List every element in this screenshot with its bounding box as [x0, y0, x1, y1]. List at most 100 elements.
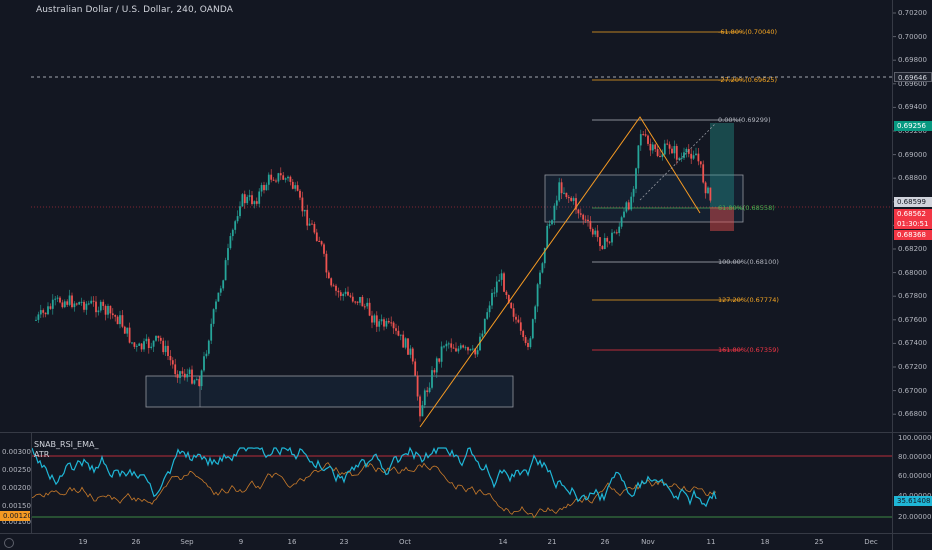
candle-body	[279, 173, 282, 176]
atr-indicator-label[interactable]: ATR	[34, 450, 49, 459]
candle-body	[656, 149, 659, 156]
target-zone	[710, 123, 734, 207]
candle-body	[608, 241, 611, 243]
atr-tick: 0.00200	[2, 484, 31, 492]
candle-body	[399, 334, 402, 336]
candle-body	[531, 319, 534, 339]
candle-body	[66, 301, 69, 305]
candle-body	[342, 293, 345, 297]
candle-body	[452, 347, 455, 349]
candle-body	[411, 348, 414, 362]
candle-body	[536, 284, 539, 307]
candle-body	[611, 232, 613, 243]
candle-body	[222, 280, 225, 289]
candle-body	[613, 232, 616, 234]
candle-body	[577, 209, 580, 214]
time-tick: 18	[760, 538, 770, 546]
candle-body	[467, 347, 469, 351]
candle-body	[51, 299, 54, 309]
candle-body	[56, 297, 59, 299]
candle-body	[695, 153, 697, 156]
candle-body	[500, 273, 503, 280]
candle-body	[558, 182, 561, 201]
candle-body	[135, 345, 138, 347]
candle-body	[332, 285, 335, 287]
candle-body	[594, 230, 597, 235]
time-tick: Oct	[398, 538, 412, 546]
candle-body	[195, 379, 198, 381]
chart-title: Australian Dollar / U.S. Dollar, 240, OA…	[36, 5, 233, 15]
chart-canvas[interactable]	[0, 0, 932, 550]
candle-body	[395, 328, 397, 331]
candle-body	[191, 369, 193, 384]
candle-body	[198, 379, 201, 387]
candle-body	[121, 315, 124, 327]
candle-body	[455, 348, 457, 352]
time-tick: 11	[706, 538, 716, 546]
candle-body	[596, 230, 599, 238]
candle-body	[620, 217, 623, 227]
candle-body	[54, 298, 57, 300]
candle-body	[272, 179, 275, 181]
candle-body	[582, 214, 585, 220]
candle-body	[236, 216, 239, 222]
candle-body	[80, 301, 83, 303]
candle-body	[447, 343, 450, 345]
candle-body	[589, 221, 592, 230]
settings-icon[interactable]	[4, 538, 14, 548]
candle-body	[255, 201, 258, 204]
price-tick: 0.67800	[898, 292, 927, 301]
indicator-tick: 20.00000	[898, 513, 932, 521]
candle-body	[219, 288, 222, 293]
candle-body	[663, 143, 666, 155]
time-tick: Nov	[641, 538, 655, 546]
indicator-tick: 60.00000	[898, 472, 932, 480]
candle-body	[188, 369, 191, 375]
candle-body	[551, 220, 553, 225]
candle-body	[680, 157, 683, 159]
candle-body	[239, 206, 241, 217]
rsi-indicator-label[interactable]: SNAB_RSI_EMA_	[34, 440, 98, 449]
candle-body	[450, 343, 453, 348]
price-tick: 0.68000	[898, 268, 927, 277]
candle-body	[320, 241, 323, 245]
rsi-line	[31, 446, 717, 508]
candle-body	[635, 168, 637, 189]
candle-body	[39, 310, 42, 315]
dashed-line-price-tag: 0.69646	[894, 72, 932, 82]
candle-body	[385, 320, 388, 327]
candle-body	[527, 342, 529, 348]
candle-body	[111, 313, 114, 316]
candle-body	[104, 305, 107, 315]
candle-body	[337, 290, 340, 293]
candle-body	[404, 338, 407, 348]
price-tick: 0.69000	[898, 150, 927, 159]
candle-body	[366, 302, 369, 307]
candle-body	[368, 302, 371, 316]
candle-body	[246, 196, 249, 204]
candle-body	[599, 237, 601, 247]
pane-separator[interactable]	[0, 432, 932, 433]
candle-body	[263, 185, 265, 191]
fib-level-label: -27.20%(0.69625)	[718, 76, 778, 84]
candle-body	[265, 184, 268, 191]
time-tick: 23	[339, 538, 349, 546]
candle-body	[68, 295, 71, 305]
time-tick: Sep	[180, 538, 194, 546]
candle-body	[169, 355, 172, 361]
price-tick: 0.67400	[898, 339, 927, 348]
candle-body	[419, 396, 421, 417]
candle-body	[587, 219, 589, 222]
candle-body	[671, 148, 673, 154]
fib-level-label: 161.80%(0.67359)	[718, 346, 779, 354]
candle-body	[699, 161, 702, 165]
candle-body	[383, 319, 385, 327]
candle-body	[181, 371, 184, 374]
candle-body	[659, 155, 661, 158]
time-tick: 16	[287, 538, 297, 546]
candle-body	[75, 303, 78, 305]
time-tick: 21	[547, 538, 557, 546]
candle-body	[560, 182, 563, 194]
atr-tick: 0.00250	[2, 466, 31, 474]
candle-body	[709, 187, 712, 201]
